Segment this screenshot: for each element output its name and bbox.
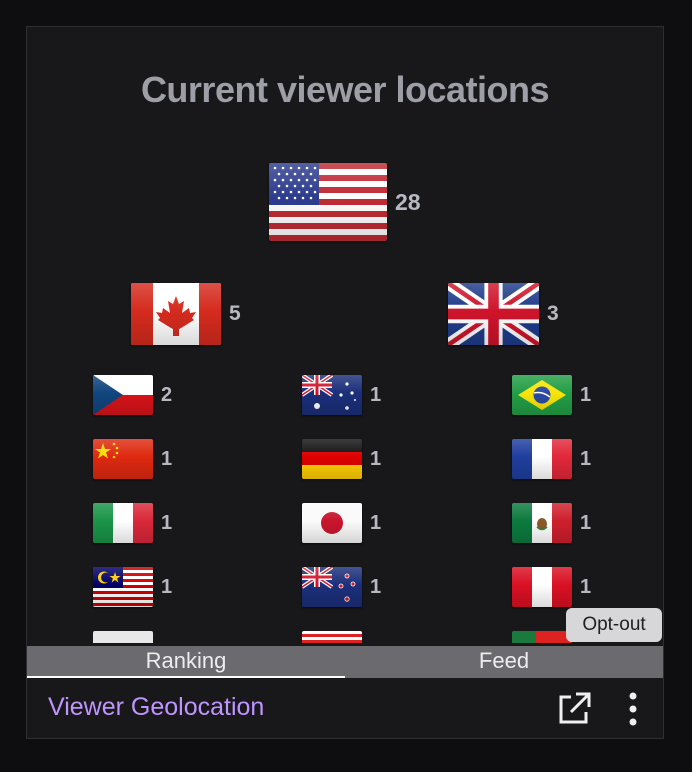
viewer-count: 1 xyxy=(370,511,382,534)
mexico-flag-icon xyxy=(512,503,572,543)
ranking-item: 1 xyxy=(93,439,172,479)
ranking-item: 5 xyxy=(131,283,241,345)
extension-title: Viewer Geolocation xyxy=(48,693,265,721)
viewer-count: 3 xyxy=(547,302,559,325)
ranking-item: 1 xyxy=(302,503,381,543)
partial-flag xyxy=(512,631,572,643)
ranking-item: 1 xyxy=(512,375,591,415)
canada-flag-icon xyxy=(131,283,221,345)
tab-feed[interactable]: Feed xyxy=(345,646,663,678)
ranking-item: 2 xyxy=(93,375,172,415)
czech-flag-icon xyxy=(93,375,153,415)
ranking-item: 1 xyxy=(302,375,381,415)
panel-title: Current viewer locations xyxy=(140,69,550,110)
us-flag-icon xyxy=(269,163,387,241)
viewer-count: 1 xyxy=(161,447,173,470)
china-flag-icon xyxy=(93,439,153,479)
viewer-geolocation-panel: Current viewer locations 28 5 3 2 1 1 1 … xyxy=(26,26,664,739)
viewer-count: 1 xyxy=(580,447,592,470)
opt-out-button[interactable]: Opt-out xyxy=(566,608,662,642)
italy-flag-icon xyxy=(93,503,153,543)
partial-flag xyxy=(93,631,153,643)
viewer-count: 1 xyxy=(580,511,592,534)
locations-view: Current viewer locations 28 5 3 2 1 1 1 … xyxy=(27,27,663,643)
viewer-count: 2 xyxy=(161,383,173,406)
peru-flag-icon xyxy=(512,567,572,607)
popout-icon[interactable] xyxy=(556,691,592,727)
ranking-item: 1 xyxy=(512,567,591,607)
germany-flag-icon xyxy=(302,439,362,479)
ranking-item: 1 xyxy=(93,503,172,543)
new-zealand-flag-icon xyxy=(302,567,362,607)
uk-flag-icon xyxy=(448,283,539,345)
australia-flag-icon xyxy=(302,375,362,415)
ranking-item: 1 xyxy=(302,439,381,479)
viewer-count: 1 xyxy=(370,447,382,470)
viewer-count: 1 xyxy=(370,383,382,406)
ranking-item: 3 xyxy=(448,283,559,345)
viewer-count: 1 xyxy=(161,575,173,598)
brazil-flag-icon xyxy=(512,375,572,415)
viewer-count: 1 xyxy=(161,511,173,534)
viewer-count: 1 xyxy=(370,575,382,598)
ranking-item: 1 xyxy=(512,439,591,479)
viewer-count: 28 xyxy=(395,188,421,215)
ranking-item: 28 xyxy=(269,163,421,241)
france-flag-icon xyxy=(512,439,572,479)
japan-flag-icon xyxy=(302,503,362,543)
view-tabs: Ranking Feed xyxy=(27,646,663,678)
viewer-count: 5 xyxy=(229,302,241,325)
tab-ranking[interactable]: Ranking xyxy=(27,646,345,678)
more-options-icon[interactable] xyxy=(625,691,641,727)
ranking-item: 1 xyxy=(93,567,172,607)
ranking-item: 1 xyxy=(302,567,381,607)
viewer-count: 1 xyxy=(580,383,592,406)
viewer-count: 1 xyxy=(580,575,592,598)
ranking-item: 1 xyxy=(512,503,591,543)
malaysia-flag-icon xyxy=(93,567,153,607)
partial-flag xyxy=(302,631,362,643)
